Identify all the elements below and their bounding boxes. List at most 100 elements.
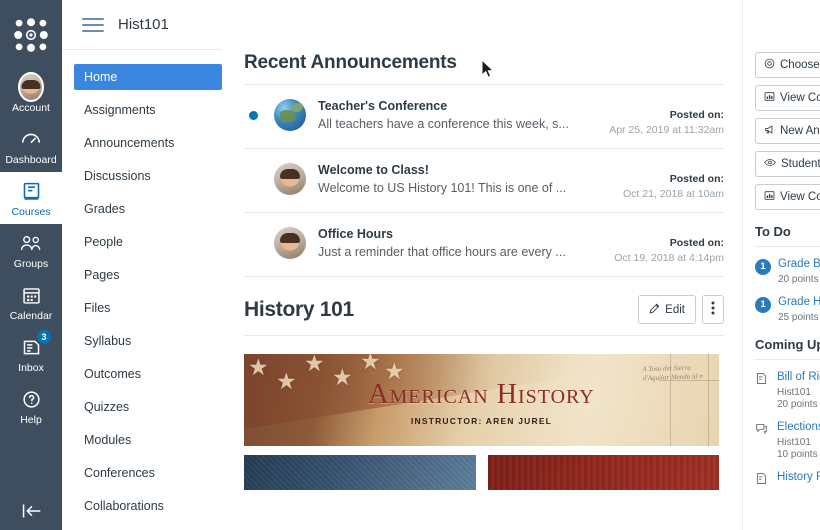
student-view-button[interactable]: Student View — [755, 151, 820, 177]
coming-up-heading: Coming Up — [755, 337, 820, 360]
view-course-stream-button[interactable]: View Course Stream — [755, 85, 820, 111]
inbox-unread-badge: 3 — [37, 330, 51, 344]
page-action-buttons: Edit — [638, 295, 724, 324]
sidebar-item-dashboard[interactable]: Dashboard — [0, 120, 62, 172]
announcement-icon — [764, 124, 775, 138]
course-nav-people[interactable]: People — [74, 229, 222, 255]
announcement-avatar — [274, 227, 306, 259]
announcement-row[interactable]: Office Hours Just a reminder that office… — [244, 213, 724, 276]
banner-subtitle: INSTRUCTOR: AREN JUREL — [410, 416, 553, 426]
course-nav-grades[interactable]: Grades — [74, 196, 222, 222]
course-nav-files[interactable]: Files — [74, 295, 222, 321]
coming-up-link[interactable]: History Research Paper — [777, 471, 820, 484]
front-page-header: History 101 Edit — [244, 277, 724, 324]
coming-up-link[interactable]: Bill of Rights — [777, 371, 820, 384]
sidebar-item-calendar[interactable]: Calendar — [0, 276, 62, 328]
sidebar-item-label: Account — [12, 102, 50, 114]
kebab-menu-icon — [711, 301, 715, 318]
calendar-icon — [18, 282, 44, 308]
course-nav-pages[interactable]: Pages — [74, 262, 222, 288]
announcement-title: Teacher's Conference — [318, 99, 448, 113]
coming-up-item[interactable]: Bill of Rights Hist101 20 points • Nov 3… — [755, 371, 820, 410]
sidebar-item-label: Dashboard — [5, 154, 57, 166]
posted-on-label: Posted on: — [669, 173, 724, 185]
divider — [244, 335, 724, 336]
sidebar-item-label: Courses — [11, 206, 51, 218]
sidebar-item-account[interactable]: Account — [0, 68, 62, 120]
navy-photo-tile — [244, 455, 476, 490]
view-course-notifications-button[interactable]: View Course Notifications — [755, 184, 820, 210]
course-nav-assignments[interactable]: Assignments — [74, 97, 222, 123]
coming-up-meta: 10 points • Nov 30 — [777, 449, 820, 460]
coming-up-item[interactable]: Elections Discussion Hist101 10 points •… — [755, 421, 820, 460]
user-avatar-icon — [18, 72, 44, 102]
sidebar-item-inbox[interactable]: 3 Inbox — [0, 328, 62, 380]
announcement-excerpt: All teachers have a conference this week… — [318, 117, 569, 131]
announcement-date: Oct 21, 2018 at 10am — [623, 188, 724, 200]
announcement-title: Office Hours — [318, 227, 394, 241]
sidebar-item-label: Groups — [13, 258, 49, 270]
choose-home-page-button[interactable]: Choose Home Page — [755, 52, 820, 78]
todo-meta: 20 points • Nov 30 — [778, 274, 820, 285]
help-question-icon — [18, 386, 44, 412]
assignment-icon — [755, 372, 770, 410]
coming-up-link[interactable]: Elections Discussion — [777, 421, 820, 434]
todo-link[interactable]: Grade History Essay Assignment — [778, 296, 820, 309]
announcement-row[interactable]: Welcome to Class! Welcome to US History … — [244, 149, 724, 212]
announcement-avatar — [274, 99, 306, 131]
banner-title: American History — [368, 379, 595, 410]
course-nav-discussions[interactable]: Discussions — [74, 163, 222, 189]
course-nav-syllabus[interactable]: Syllabus — [74, 328, 222, 354]
breadcrumb-bar: Hist101 — [62, 0, 222, 50]
canvas-logo-icon[interactable] — [10, 14, 52, 56]
course-nav-scorm[interactable]: SCORM — [74, 526, 222, 530]
sidebar-item-help[interactable]: Help — [0, 380, 62, 432]
todo-count-badge: 1 — [755, 297, 771, 313]
eye-icon — [764, 157, 776, 171]
edit-button[interactable]: Edit — [638, 295, 696, 324]
sidebar-item-label: Help — [20, 414, 42, 426]
unread-indicator-icon — [249, 111, 258, 120]
course-right-sidebar: Choose Home Page View Course Stream — [742, 0, 820, 530]
main-region: Recent Announcements Teacher's Conferenc… — [222, 0, 820, 530]
todo-item[interactable]: 1 Grade History Essay Assignment 25 poin… — [755, 296, 820, 323]
course-nav-home[interactable]: Home — [74, 64, 222, 90]
todo-item[interactable]: 1 Grade Bill of Rights 20 points • Nov 3… — [755, 258, 820, 285]
assignment-icon — [755, 472, 770, 490]
sidebar-item-groups[interactable]: Groups — [0, 224, 62, 276]
course-banner-image: ★ ★ ★ ★ ★ ★ A Toso dei Sierra d'Aguilar … — [244, 354, 719, 446]
front-page-image-tiles — [244, 455, 719, 490]
sidebar-item-courses[interactable]: Courses — [0, 172, 62, 224]
course-nav-quizzes[interactable]: Quizzes — [74, 394, 222, 420]
new-announcement-button[interactable]: New Announcement — [755, 118, 820, 144]
canvas-app: Account Dashboard Courses Groups Calenda… — [0, 0, 820, 530]
discussion-icon — [755, 422, 770, 460]
announcement-avatar — [274, 163, 306, 195]
posted-on-label: Posted on: — [669, 237, 724, 249]
course-nav-outcomes[interactable]: Outcomes — [74, 361, 222, 387]
announcement-date: Oct 19, 2018 at 4:14pm — [614, 252, 724, 264]
announcement-row[interactable]: Teacher's Conference All teachers have a… — [244, 85, 724, 148]
coming-up-course: Hist101 — [777, 387, 811, 398]
edit-button-label: Edit — [665, 303, 685, 316]
course-nav-conferences[interactable]: Conferences — [74, 460, 222, 486]
course-nav-collaborations[interactable]: Collaborations — [74, 493, 222, 519]
hamburger-menu-icon[interactable] — [82, 17, 104, 32]
sidebar-item-label: Calendar — [9, 310, 53, 322]
dashboard-icon — [18, 126, 44, 152]
pencil-icon — [649, 303, 660, 317]
sidebar-item-label: Inbox — [18, 362, 44, 374]
course-nav-announcements[interactable]: Announcements — [74, 130, 222, 156]
announcement-title: Welcome to Class! — [318, 163, 429, 177]
collapse-left-icon[interactable] — [0, 502, 62, 520]
course-nav-modules[interactable]: Modules — [74, 427, 222, 453]
student-view-label: Student View — [781, 158, 820, 170]
more-options-button[interactable] — [702, 295, 724, 324]
page-title: History 101 — [244, 297, 354, 321]
recent-announcements-heading: Recent Announcements — [244, 52, 457, 73]
todo-link[interactable]: Grade Bill of Rights — [778, 258, 820, 271]
groups-people-icon — [18, 230, 44, 256]
view-course-stream-label: View Course Stream — [780, 92, 820, 104]
course-navigation-column: Hist101 Home Assignments Announcements D… — [62, 0, 222, 530]
coming-up-item[interactable]: History Research Paper — [755, 471, 820, 490]
